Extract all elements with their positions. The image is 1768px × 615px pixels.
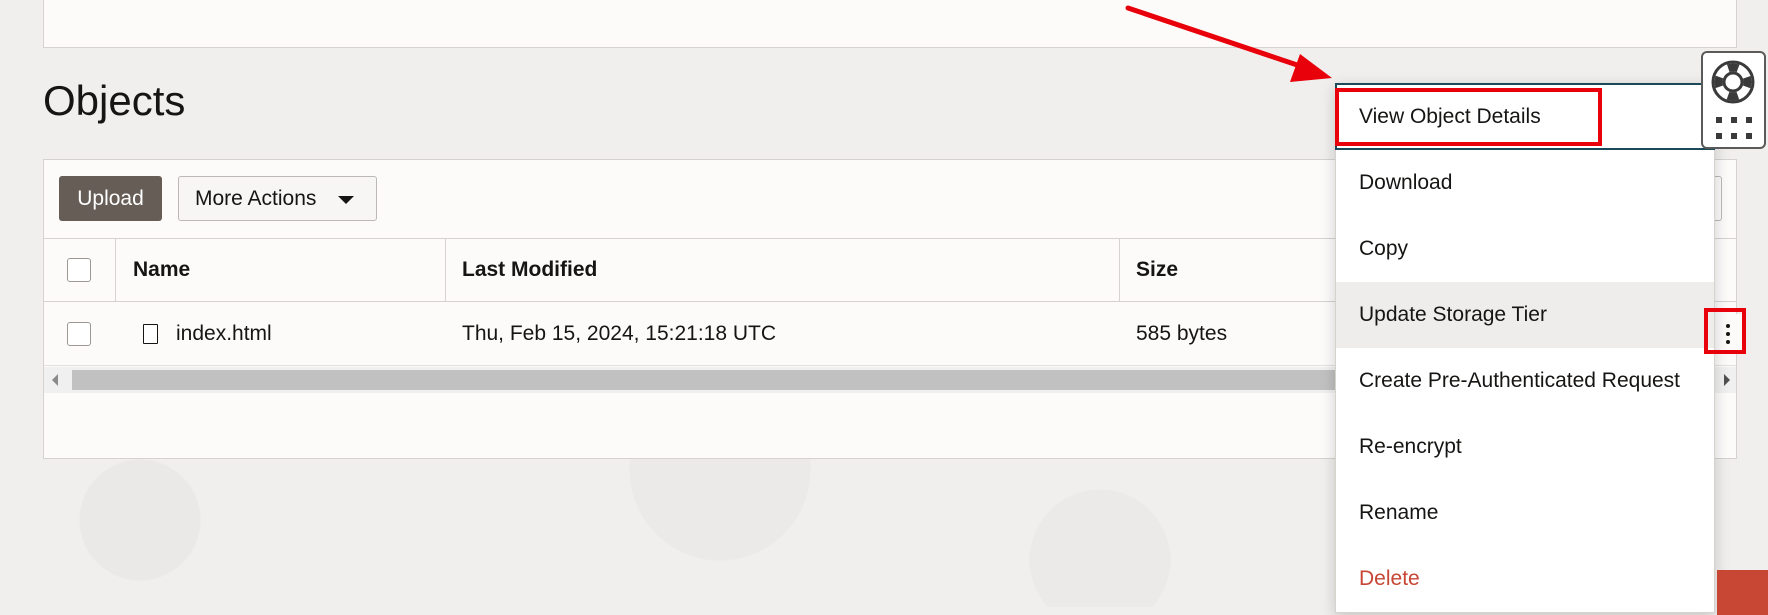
grid-dots-icon[interactable] [1714, 115, 1754, 143]
menu-item-re-encrypt[interactable]: Re-encrypt [1336, 414, 1714, 480]
column-header-name[interactable]: Name [133, 258, 190, 282]
column-header-last-modified[interactable]: Last Modified [462, 258, 597, 282]
object-size: 585 bytes [1136, 322, 1228, 345]
menu-item-update-storage-tier[interactable]: Update Storage Tier [1336, 282, 1714, 348]
menu-item-rename[interactable]: Rename [1336, 480, 1714, 546]
menu-item-delete[interactable]: Delete [1336, 546, 1714, 612]
corner-badge[interactable] [1717, 570, 1768, 615]
column-divider [1119, 238, 1120, 302]
page-title: Objects [43, 77, 186, 124]
caret-down-icon [338, 196, 354, 204]
select-all-checkbox[interactable] [67, 258, 91, 282]
menu-item-copy[interactable]: Copy [1336, 216, 1714, 282]
kebab-menu-icon[interactable] [1713, 314, 1743, 354]
more-actions-button[interactable]: More Actions [178, 176, 377, 221]
row-checkbox[interactable] [67, 322, 91, 346]
more-actions-label: More Actions [195, 186, 317, 210]
column-header-size[interactable]: Size [1136, 258, 1178, 282]
object-name-link[interactable]: index.html [176, 322, 272, 346]
column-divider [445, 238, 446, 302]
column-divider [115, 238, 116, 302]
scroll-right-arrow-icon[interactable] [1724, 374, 1730, 386]
annotation-arrow-icon [1125, 5, 1332, 82]
menu-item-view-object-details[interactable]: View Object Details [1336, 84, 1714, 150]
scrollbar-thumb[interactable] [72, 370, 1342, 390]
file-icon [143, 324, 158, 344]
scroll-left-arrow-icon[interactable] [52, 374, 58, 386]
upload-button[interactable]: Upload [59, 176, 162, 221]
top-panel [43, 0, 1737, 48]
lifebuoy-icon[interactable] [1709, 58, 1757, 106]
menu-item-create-par[interactable]: Create Pre-Authenticated Request [1336, 348, 1714, 414]
row-actions-menu: View Object Details Download Copy Update… [1335, 83, 1715, 613]
help-widget[interactable] [1701, 51, 1766, 149]
object-last-modified: Thu, Feb 15, 2024, 15:21:18 UTC [462, 322, 777, 345]
menu-item-download[interactable]: Download [1336, 150, 1714, 216]
